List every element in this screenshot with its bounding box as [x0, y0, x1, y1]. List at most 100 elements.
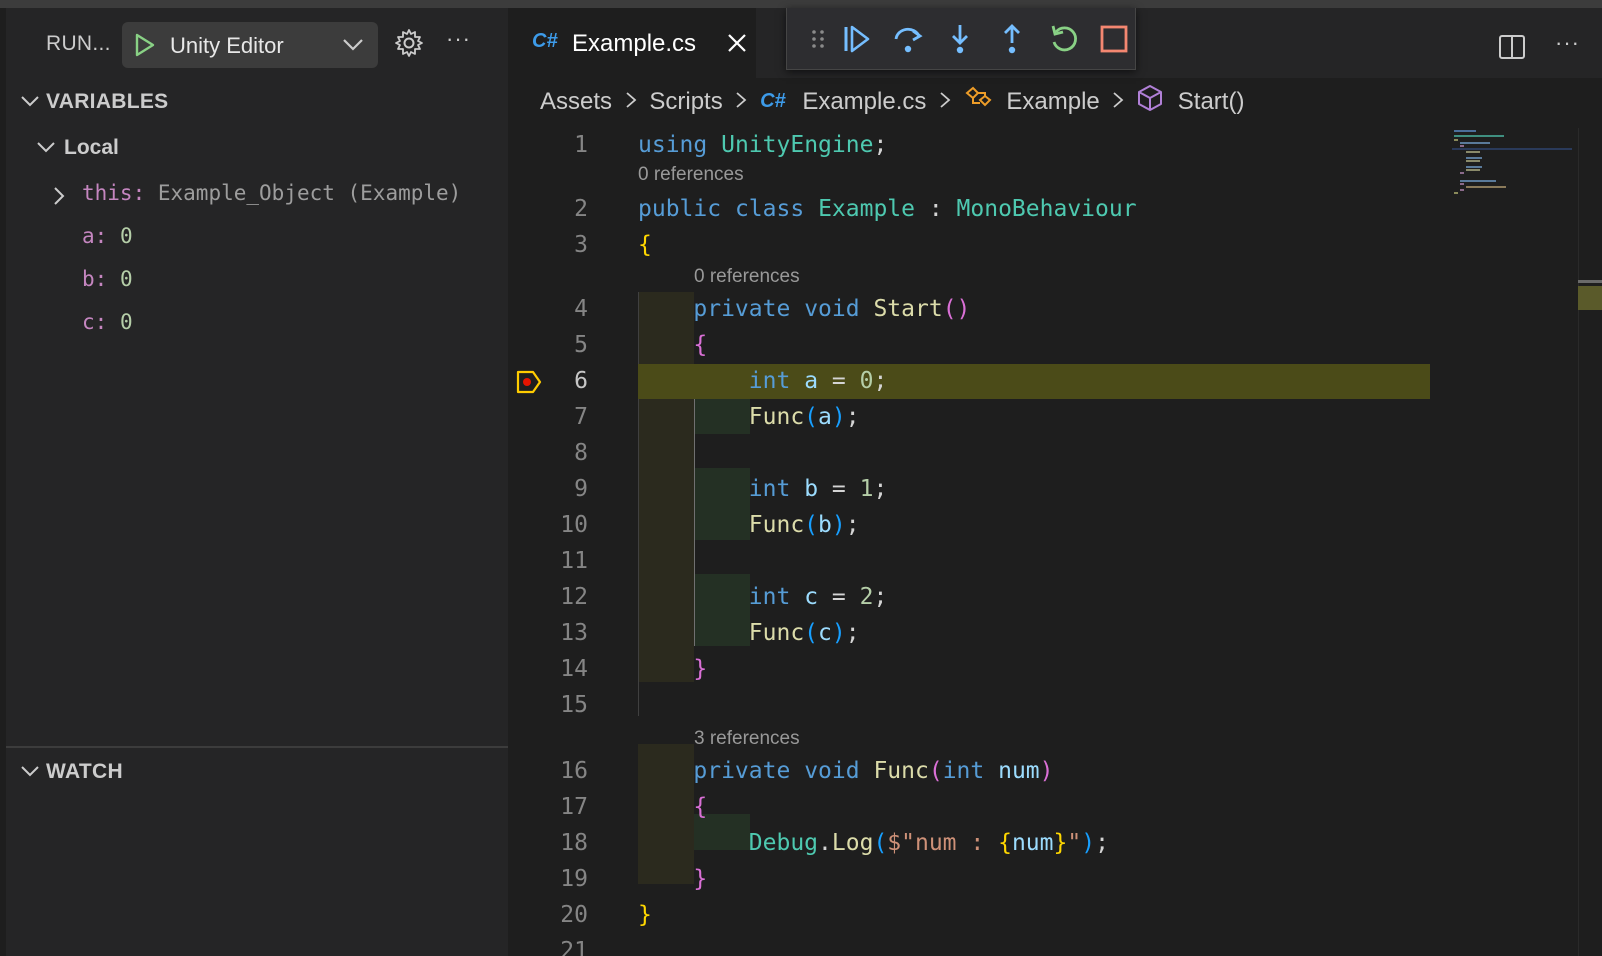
- vertical-scrollbar[interactable]: [1578, 128, 1602, 956]
- code-line: 21: [508, 934, 1602, 956]
- variable-value: Example_Object (Example): [157, 181, 462, 205]
- code-line: 18 Debug.Log($"num : {num}");: [508, 826, 1602, 862]
- variables-section-header[interactable]: VARIABLES: [6, 84, 508, 120]
- drag-handle-icon[interactable]: [801, 22, 835, 56]
- variable-name: a: 0: [82, 224, 133, 248]
- code-line: 3 {: [508, 228, 1602, 264]
- code-lens[interactable]: 3 references: [694, 728, 800, 756]
- code-line: 17 {: [508, 790, 1602, 826]
- tab-example-cs[interactable]: C# Example.cs: [508, 8, 756, 78]
- variable-name-text: this:: [82, 181, 146, 205]
- code-text: Debug.Log($"num : {num}");: [748, 830, 1109, 856]
- chevron-right-icon[interactable]: [52, 186, 66, 206]
- more-actions-icon[interactable]: ···: [1555, 30, 1580, 56]
- code-text: }: [638, 902, 652, 928]
- code-line: 5 {: [508, 328, 1602, 364]
- code-line: 19 }: [508, 862, 1602, 898]
- scrollbar-thumb[interactable]: [1578, 280, 1602, 283]
- line-number: 18: [560, 830, 588, 856]
- class-icon: [964, 85, 994, 118]
- variable-name-text: a:: [82, 224, 108, 248]
- variable-value: 0: [119, 224, 133, 248]
- breadcrumb-item[interactable]: Example.cs: [802, 88, 926, 116]
- code-text: private void Start(): [693, 296, 971, 322]
- variable-row-b[interactable]: b: 0: [6, 262, 502, 298]
- line-number: 4: [574, 296, 588, 322]
- line-number: 10: [560, 512, 588, 538]
- more-actions-icon[interactable]: ···: [446, 26, 471, 52]
- variable-name-text: c:: [82, 310, 108, 334]
- line-number: 3: [574, 232, 588, 258]
- watch-section-header[interactable]: WATCH: [6, 746, 508, 790]
- code-line: 13 Func(c);: [508, 616, 1602, 652]
- code-line: 4 private void Start(): [508, 292, 1602, 328]
- code-text: using UnityEngine;: [638, 132, 888, 158]
- code-text: Func(c);: [748, 620, 860, 646]
- code-text: int b = 1;: [748, 476, 888, 502]
- line-number: 14: [560, 656, 588, 682]
- variables-title: VARIABLES: [46, 90, 169, 113]
- split-editor-icon[interactable]: [1498, 34, 1526, 60]
- line-number: 11: [560, 548, 588, 574]
- step-over-icon[interactable]: [891, 22, 925, 56]
- gear-icon[interactable]: [394, 28, 424, 58]
- code-text: int c = 2;: [748, 584, 888, 610]
- editor-group: C# Example.cs ··· Assets Scripts C# Exam…: [508, 0, 1602, 956]
- debug-sidebar: RUN... Unity Editor ··· VARIABLES Local …: [0, 0, 508, 956]
- chevron-right-icon: [1112, 88, 1124, 116]
- code-line: 1 using UnityEngine;: [508, 128, 1602, 164]
- step-into-icon[interactable]: [943, 22, 977, 56]
- play-icon[interactable]: [132, 33, 156, 57]
- stop-icon[interactable]: [1097, 22, 1131, 56]
- breadcrumb-item[interactable]: Example: [1006, 88, 1099, 116]
- chevron-down-icon[interactable]: [342, 37, 364, 53]
- method-cube-icon: [1137, 84, 1163, 119]
- breadcrumb-item[interactable]: Start(): [1178, 88, 1245, 116]
- launch-configuration-label: Unity Editor: [170, 33, 284, 58]
- code-text: }: [693, 866, 708, 892]
- line-number: 1: [574, 132, 588, 158]
- code-lens[interactable]: 0 references: [694, 266, 800, 294]
- variable-row-c[interactable]: c: 0: [6, 305, 502, 341]
- chevron-right-icon: [939, 88, 951, 116]
- code-lens[interactable]: 0 references: [638, 164, 744, 192]
- scrollbar-current-line-marker: [1578, 286, 1602, 310]
- code-text: private void Func(int num): [693, 758, 1054, 784]
- code-editor[interactable]: 1 using UnityEngine; 0 references 2 publ…: [508, 128, 1602, 956]
- restart-icon[interactable]: [1047, 22, 1081, 56]
- code-line: 9 int b = 1;: [508, 472, 1602, 508]
- chevron-down-icon: [21, 766, 39, 777]
- code-text: Func(b);: [748, 512, 860, 538]
- run-view-title: RUN...: [46, 32, 111, 55]
- code-text: Func(a);: [748, 404, 860, 430]
- variable-name: c: 0: [82, 310, 133, 334]
- code-text: {: [638, 232, 652, 258]
- breadcrumb-item[interactable]: Assets: [540, 88, 612, 116]
- close-icon[interactable]: [726, 32, 748, 54]
- breadcrumb: Assets Scripts C# Example.cs Example Sta…: [540, 84, 1244, 120]
- variable-row-this[interactable]: this: Example_Object (Example): [6, 176, 502, 212]
- local-scope-row[interactable]: Local: [6, 130, 502, 166]
- breadcrumb-item[interactable]: Scripts: [649, 88, 722, 116]
- line-number: 2: [574, 196, 588, 222]
- variable-row-a[interactable]: a: 0: [6, 219, 502, 255]
- code-text: }: [693, 656, 708, 682]
- code-line: 8: [508, 436, 1602, 472]
- code-text: int a = 0;: [748, 368, 888, 394]
- line-number: 9: [574, 476, 588, 502]
- code-line: 12 int c = 2;: [508, 580, 1602, 616]
- line-number: 21: [560, 938, 588, 956]
- line-number: 20: [560, 902, 588, 928]
- line-number: 17: [560, 794, 588, 820]
- chevron-right-icon: [625, 88, 637, 116]
- code-line-current: 6 int a = 0;: [508, 364, 1602, 400]
- watch-title: WATCH: [46, 760, 123, 783]
- continue-icon[interactable]: [839, 22, 873, 56]
- code-line: 11: [508, 544, 1602, 580]
- launch-configuration-dropdown[interactable]: Unity Editor: [122, 22, 378, 68]
- csharp-file-icon: C#: [760, 90, 786, 112]
- code-line: 2 public class Example : MonoBehaviour: [508, 192, 1602, 228]
- step-out-icon[interactable]: [995, 22, 1029, 56]
- minimap[interactable]: [1452, 128, 1572, 218]
- debug-toolbar: [786, 8, 1136, 70]
